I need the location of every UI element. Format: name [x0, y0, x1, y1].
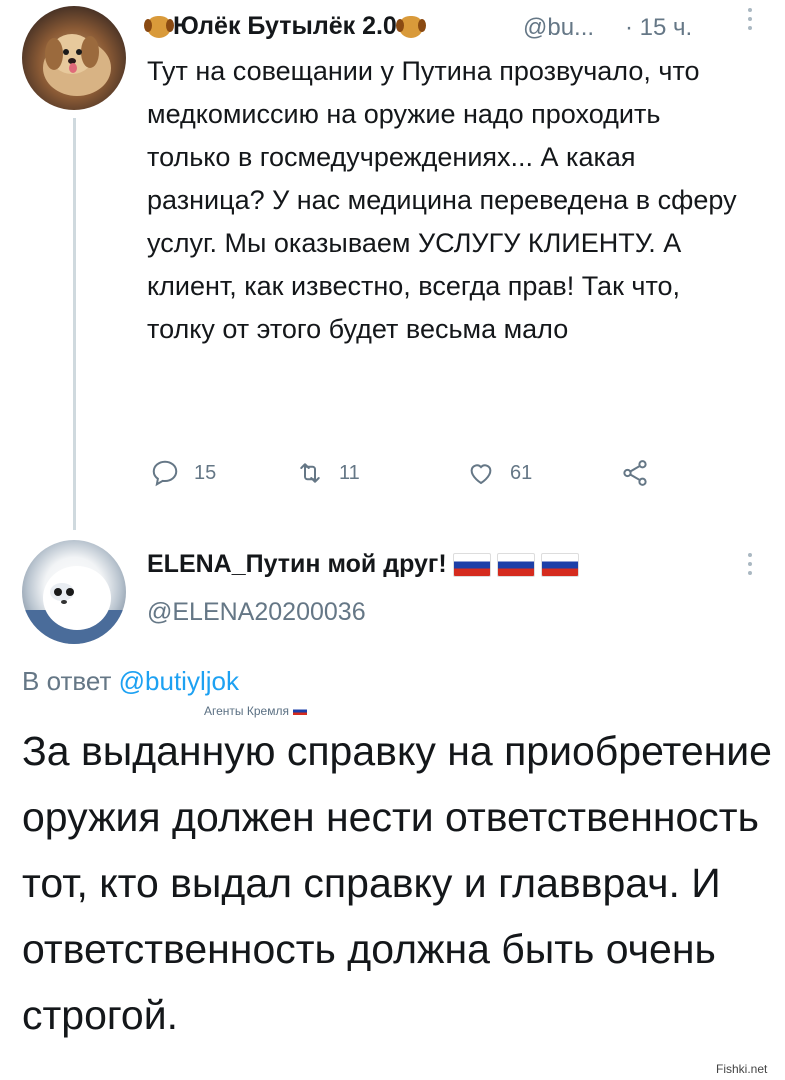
- dog-photo-icon: [43, 34, 111, 96]
- share-button[interactable]: [620, 458, 650, 488]
- avatar[interactable]: [22, 540, 126, 644]
- overlay-label: Агенты Кремля: [204, 704, 307, 718]
- like-count: 61: [510, 461, 533, 484]
- dog-face-icon: [144, 15, 174, 38]
- reply-prefix: В ответ: [22, 666, 112, 696]
- overlay-label-text: Агенты Кремля: [204, 704, 289, 718]
- display-name: ELENA_Путин мой друг!: [147, 550, 447, 578]
- retweet-icon: [300, 463, 320, 483]
- white-dog-photo-icon: [22, 566, 126, 644]
- reply-handle-link[interactable]: @butiyljok: [119, 666, 239, 696]
- separator: ·: [625, 14, 633, 41]
- avatar[interactable]: [22, 6, 126, 110]
- retweet-button[interactable]: 11: [295, 458, 360, 488]
- watermark: Fishki.net: [716, 1062, 768, 1076]
- reply-context: В ответ @butiyljok: [22, 666, 239, 697]
- tweet1-actions: 15 11 61: [150, 458, 670, 494]
- like-button[interactable]: 61: [466, 458, 532, 488]
- flag-russia-icon: [540, 552, 579, 577]
- flag-russia-icon: [292, 707, 307, 715]
- more-options-icon[interactable]: [745, 8, 755, 38]
- dog-face-icon: [395, 15, 426, 38]
- flag-russia-icon: [496, 552, 535, 577]
- more-options-icon[interactable]: [745, 553, 755, 583]
- tweet1-text: Тут на совещании у Путина прозвучало, чт…: [147, 56, 737, 344]
- share-icon: [623, 460, 647, 486]
- tweet2-handle[interactable]: @ELENA20200036: [147, 598, 366, 627]
- display-name: Юлёк Бутылёк 2.0: [173, 12, 397, 40]
- timestamp: 15 ч.: [639, 14, 693, 41]
- reply-icon: [152, 460, 178, 487]
- tweet1-handle[interactable]: @bu...: [523, 14, 594, 42]
- heart-icon: [470, 464, 492, 485]
- thread-line: [73, 118, 76, 530]
- retweet-count: 11: [339, 461, 360, 484]
- reply-count: 15: [194, 461, 217, 484]
- tweet1-time[interactable]: · 15 ч.: [625, 14, 692, 42]
- tweet2-author-name[interactable]: ELENA_Путин мой друг!: [147, 550, 579, 579]
- reply-button[interactable]: 15: [150, 458, 216, 488]
- flag-russia-icon: [452, 552, 491, 577]
- tweet1-author-name[interactable]: Юлёк Бутылёк 2.0: [144, 12, 426, 41]
- tweet2-text: За выданную справку на приобретение оруж…: [22, 728, 772, 1038]
